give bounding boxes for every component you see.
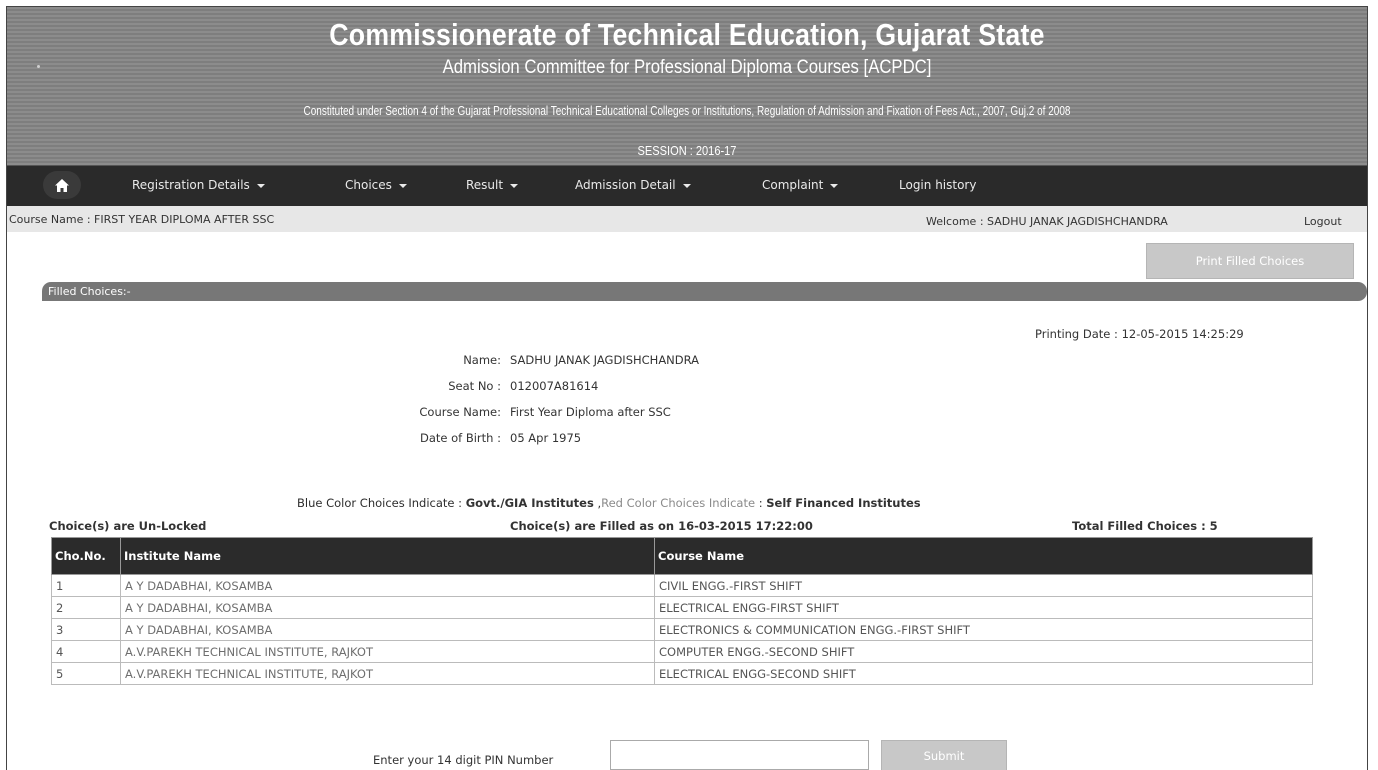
choice-number: 1 [51, 574, 121, 597]
nav-complaint[interactable]: Complaint [762, 178, 839, 192]
submit-button[interactable]: Submit [881, 740, 1007, 770]
lock-status: Choice(s) are Un-Locked [49, 519, 207, 533]
course-name: First Year Diploma after SSC [510, 405, 671, 419]
caret-down-icon [682, 183, 691, 188]
candidate-name: SADHU JANAK JAGDISHCHANDRA [510, 353, 700, 367]
date-of-birth: 05 Apr 1975 [510, 431, 582, 445]
nav-login-history[interactable]: Login history [899, 178, 976, 192]
red-legend-label: Red Color Choices Indicate [601, 496, 756, 510]
choice-number: 2 [51, 596, 121, 619]
home-button[interactable] [43, 171, 81, 199]
info-bar: Course Name : FIRST YEAR DIPLOMA AFTER S… [7, 206, 1367, 232]
seat-number: 012007A81614 [510, 379, 599, 393]
print-filled-choices-button[interactable]: Print Filled Choices [1146, 243, 1354, 279]
filled-choices-table: Cho.No. Institute Name Course Name 1 A Y… [51, 537, 1313, 685]
total-filled-choices: Total Filled Choices : 5 [1072, 519, 1218, 533]
red-legend-value: Self Financed Institutes [766, 496, 921, 510]
site-title: Commissionerate of Technical Education, … [329, 17, 1045, 52]
choice-number: 4 [51, 640, 121, 663]
name-label: Name: [463, 353, 501, 367]
column-header: Cho.No. [51, 537, 121, 575]
institute-name: A Y DADABHAI, KOSAMBA [120, 596, 655, 619]
session-label: SESSION : 2016-17 [637, 143, 737, 158]
institute-name: A Y DADABHAI, KOSAMBA [120, 618, 655, 641]
pin-number-input[interactable] [610, 740, 869, 770]
seat-label: Seat No : [448, 379, 501, 393]
caret-down-icon [256, 183, 265, 188]
institute-name: A.V.PAREKH TECHNICAL INSTITUTE, RAJKOT [120, 640, 655, 663]
filled-on-status: Choice(s) are Filled as on 16-03-2015 17… [510, 519, 813, 533]
dob-label: Date of Birth : [419, 431, 501, 445]
choice-number: 3 [51, 618, 121, 641]
table-row: 2 A Y DADABHAI, KOSAMBA ELECTRICAL ENGG-… [51, 596, 1313, 619]
nav-label: Complaint [762, 178, 824, 192]
course-name-cell: CIVIL ENGG.-FIRST SHIFT [654, 574, 1313, 597]
institute-name: A Y DADABHAI, KOSAMBA [120, 574, 655, 597]
color-legend: Blue Color Choices Indicate : Govt./GIA … [297, 496, 921, 510]
course-name-cell: COMPUTER ENGG.-SECOND SHIFT [654, 640, 1313, 663]
choice-number: 5 [51, 662, 121, 685]
nav-registration-details[interactable]: Registration Details [132, 178, 265, 192]
header-dot [37, 65, 40, 68]
section-title-bar: Filled Choices:- [42, 282, 1367, 301]
nav-result[interactable]: Result [466, 178, 519, 192]
home-icon [55, 178, 69, 192]
act-statement: Constituted under Section 4 of the Gujar… [303, 104, 1071, 118]
course-name-cell: ELECTRICAL ENGG-SECOND SHIFT [654, 662, 1313, 685]
caret-down-icon [398, 183, 407, 188]
printing-date: Printing Date : 12-05-2015 14:25:29 [1035, 327, 1244, 341]
table-row: 5 A.V.PAREKH TECHNICAL INSTITUTE, RAJKOT… [51, 662, 1313, 685]
table-row: 1 A Y DADABHAI, KOSAMBA CIVIL ENGG.-FIRS… [51, 574, 1313, 597]
pin-label: Enter your 14 digit PIN Number [373, 753, 554, 767]
table-row: 3 A Y DADABHAI, KOSAMBA ELECTRONICS & CO… [51, 618, 1313, 641]
nav-choices[interactable]: Choices [345, 178, 407, 192]
nav-label: Registration Details [132, 178, 250, 192]
site-header: Commissionerate of Technical Education, … [7, 7, 1367, 165]
course-name-cell: ELECTRICAL ENGG-FIRST SHIFT [654, 596, 1313, 619]
blue-legend-label: Blue Color Choices Indicate [297, 496, 455, 510]
column-header: Institute Name [120, 537, 655, 575]
main-navbar: Registration Details Choices Result Admi… [7, 165, 1367, 206]
blue-legend-value: Govt./GIA Institutes [465, 496, 594, 510]
caret-down-icon [830, 183, 839, 188]
course-name-header: Course Name : FIRST YEAR DIPLOMA AFTER S… [9, 213, 275, 226]
nav-label: Admission Detail [575, 178, 676, 192]
course-label: Course Name: [419, 405, 501, 419]
nav-label: Login history [899, 178, 977, 192]
nav-label: Result [466, 178, 504, 192]
nav-admission-detail[interactable]: Admission Detail [575, 178, 691, 192]
caret-down-icon [510, 183, 519, 188]
column-header: Course Name [654, 537, 1313, 575]
page-frame: Commissionerate of Technical Education, … [6, 6, 1368, 770]
logout-link[interactable]: Logout [1304, 215, 1342, 228]
nav-label: Choices [345, 178, 392, 192]
site-subtitle: Admission Committee for Professional Dip… [442, 57, 932, 78]
table-row: 4 A.V.PAREKH TECHNICAL INSTITUTE, RAJKOT… [51, 640, 1313, 663]
institute-name: A.V.PAREKH TECHNICAL INSTITUTE, RAJKOT [120, 662, 655, 685]
welcome-text: Welcome : SADHU JANAK JAGDISHCHANDRA [926, 215, 1168, 228]
course-name-cell: ELECTRONICS & COMMUNICATION ENGG.-FIRST … [654, 618, 1313, 641]
table-header-row: Cho.No. Institute Name Course Name [51, 537, 1313, 575]
